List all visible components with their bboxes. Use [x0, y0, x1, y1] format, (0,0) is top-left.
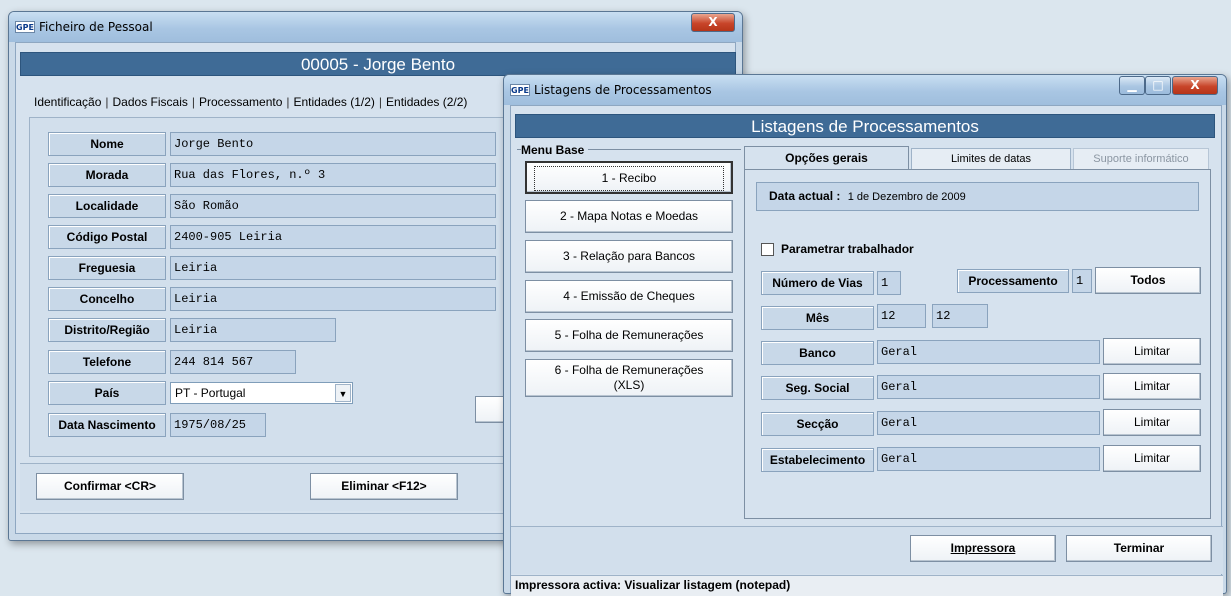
tab-limites-datas[interactable]: Limites de datas [911, 148, 1071, 170]
tab-entidades-2[interactable]: Entidades (2/2) [386, 95, 467, 109]
processamento-field[interactable]: 1 [1072, 269, 1092, 293]
distrito-field[interactable]: Leiria [170, 318, 336, 342]
tab-bar: Identificação | Dados Fiscais | Processame… [34, 95, 468, 109]
delete-button[interactable]: Eliminar <F12> [310, 473, 458, 500]
menu-base-title: Menu Base [521, 143, 589, 157]
limitar-banco-button[interactable]: Limitar [1103, 338, 1201, 365]
label-seccao: Secção [761, 412, 874, 436]
app-icon: GPE [15, 21, 35, 33]
employee-header: 00005 - Jorge Bento [20, 52, 736, 76]
titlebar[interactable]: GPE Listagens de Processamentos ▁ □ X [504, 75, 1226, 105]
tab-opcoes-gerais[interactable]: Opções gerais [744, 146, 909, 170]
estabelecimento-field[interactable]: Geral [877, 447, 1100, 471]
app-icon: GPE [510, 84, 530, 96]
maximize-button[interactable]: □ [1145, 76, 1171, 95]
mes-from-field[interactable]: 12 [877, 304, 926, 328]
seccao-field[interactable]: Geral [877, 411, 1100, 435]
menu-recibo-label: 1 - Recibo [534, 166, 724, 191]
limitar-seg-social-button[interactable]: Limitar [1103, 373, 1201, 400]
menu-mapa-notas-button[interactable]: 2 - Mapa Notas e Moedas [525, 200, 733, 233]
telefone-field[interactable]: 244 814 567 [170, 350, 296, 374]
todos-button[interactable]: Todos [1095, 267, 1201, 294]
data-actual-value: 1 de Dezembro de 2009 [847, 191, 966, 203]
banco-field[interactable]: Geral [877, 340, 1100, 364]
tab-entidades-1[interactable]: Entidades (1/2) [294, 95, 375, 109]
close-button[interactable]: X [691, 13, 735, 32]
footer-bar: Impressora Terminar [511, 526, 1223, 574]
confirm-button[interactable]: Confirmar <CR> [36, 473, 184, 500]
window-title: Listagens de Processamentos [534, 83, 712, 97]
label-numero-vias: Número de Vias [761, 271, 874, 295]
concelho-field[interactable]: Leiria [170, 287, 496, 311]
titlebar[interactable]: GPE Ficheiro de Pessoal X [9, 12, 742, 42]
tab-dados-fiscais[interactable]: Dados Fiscais [113, 95, 188, 109]
label-morada: Morada [48, 163, 166, 187]
tab-suporte-informatico[interactable]: Suporte informático [1073, 148, 1209, 170]
tab-suporte-informatico-label: Suporte informático [1093, 153, 1189, 165]
parametrar-label: Parametrar trabalhador [781, 242, 914, 256]
tab-identificacao[interactable]: Identificação [34, 95, 101, 109]
opcoes-gerais-panel: Data actual : 1 de Dezembro de 2009 Para… [744, 169, 1211, 519]
label-processamento: Processamento [957, 269, 1069, 293]
data-actual-label: Data actual : [769, 189, 841, 203]
freguesia-field[interactable]: Leiria [170, 256, 496, 280]
mes-to-field[interactable]: 12 [932, 304, 988, 328]
menu-base-group: Menu Base 1 - Recibo 2 - Mapa Notas e Mo… [517, 143, 741, 539]
label-distrito: Distrito/Região [48, 318, 166, 342]
label-seg-social: Seg. Social [761, 376, 874, 400]
client-area: Listagens de Processamentos Menu Base 1 … [510, 105, 1223, 596]
label-banco: Banco [761, 341, 874, 365]
label-nome: Nome [48, 132, 166, 156]
impressora-button[interactable]: Impressora [910, 535, 1056, 562]
label-codigo-postal: Código Postal [48, 225, 166, 249]
numero-vias-field[interactable]: 1 [877, 271, 901, 295]
parametrar-checkbox[interactable] [761, 243, 774, 256]
menu-relacao-bancos-button[interactable]: 3 - Relação para Bancos [525, 240, 733, 273]
label-localidade: Localidade [48, 194, 166, 218]
terminar-button[interactable]: Terminar [1066, 535, 1212, 562]
limitar-seccao-button[interactable]: Limitar [1103, 409, 1201, 436]
minimize-button[interactable]: ▁ [1119, 76, 1145, 95]
tab-processamento[interactable]: Processamento [199, 95, 282, 109]
codigo-postal-field[interactable]: 2400-905 Leiria [170, 225, 496, 249]
status-bar: Impressora activa: Visualizar listagem (… [511, 575, 1223, 596]
status-text: Impressora activa: Visualizar listagem (… [515, 578, 791, 592]
label-freguesia: Freguesia [48, 256, 166, 280]
label-mes: Mês [761, 306, 874, 330]
label-concelho: Concelho [48, 287, 166, 311]
label-pais: País [48, 381, 166, 405]
label-estabelecimento: Estabelecimento [761, 448, 874, 472]
tab-opcoes-gerais-label: Opções gerais [785, 151, 868, 165]
menu-folha-remuneracoes-button[interactable]: 5 - Folha de Remunerações [525, 319, 733, 352]
menu-recibo-button[interactable]: 1 - Recibo [525, 161, 733, 194]
listagens-header: Listagens de Processamentos [515, 114, 1215, 138]
label-data-nascimento: Data Nascimento [48, 413, 166, 437]
data-nascimento-field[interactable]: 1975/08/25 [170, 413, 266, 437]
menu-folha-remuneracoes-xls-button[interactable]: 6 - Folha de Remunerações (XLS) [525, 359, 733, 397]
pais-select[interactable]: PT - Portugal ▼ [170, 382, 353, 404]
morada-field[interactable]: Rua das Flores, n.º 3 [170, 163, 496, 187]
impressora-label: Impressora [950, 541, 1016, 555]
window-title: Ficheiro de Pessoal [39, 20, 153, 34]
limitar-estabelecimento-button[interactable]: Limitar [1103, 445, 1201, 472]
nome-field[interactable]: Jorge Bento [170, 132, 496, 156]
chevron-down-icon[interactable]: ▼ [335, 384, 351, 402]
window-listagens: GPE Listagens de Processamentos ▁ □ X Li… [503, 74, 1227, 596]
menu-emissao-cheques-button[interactable]: 4 - Emissão de Cheques [525, 280, 733, 313]
tab-limites-datas-label: Limites de datas [950, 153, 1032, 165]
localidade-field[interactable]: São Romão [170, 194, 496, 218]
pais-value: PT - Portugal [175, 386, 246, 400]
label-telefone: Telefone [48, 350, 166, 374]
seg-social-field[interactable]: Geral [877, 375, 1100, 399]
close-button[interactable]: X [1172, 76, 1218, 95]
data-actual-box: Data actual : 1 de Dezembro de 2009 [756, 182, 1199, 211]
